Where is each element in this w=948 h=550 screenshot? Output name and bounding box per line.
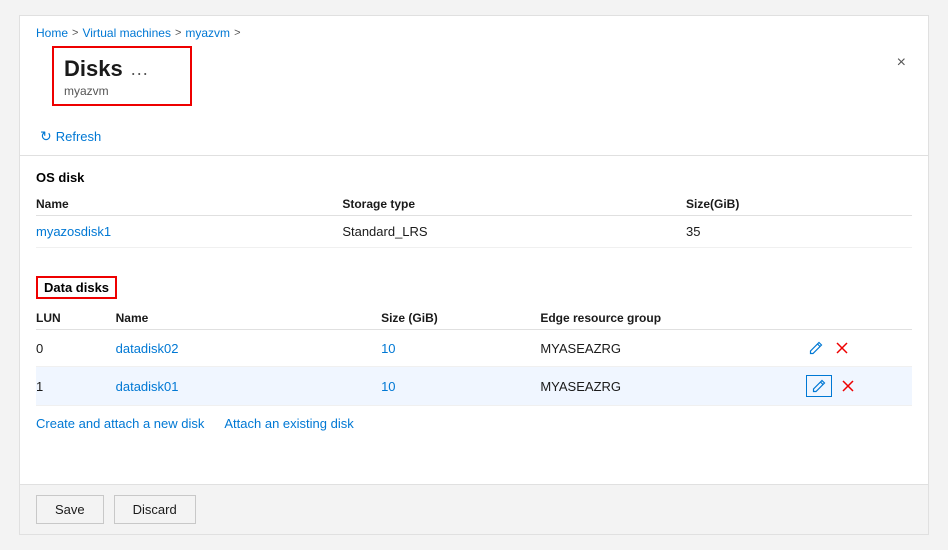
breadcrumb-home[interactable]: Home <box>36 26 68 40</box>
delete-disk-button-0[interactable] <box>832 338 852 358</box>
os-col-size: Size(GiB) <box>686 193 912 216</box>
data-disk-size-1: 10 <box>381 367 540 406</box>
edit-disk-button-0[interactable] <box>806 338 826 358</box>
footer: Save Discard <box>20 484 928 534</box>
bottom-links: Create and attach a new disk Attach an e… <box>20 406 928 441</box>
edit-disk-button-1[interactable] <box>806 375 832 397</box>
refresh-button[interactable]: ↻ Refresh <box>36 126 105 147</box>
data-disk-lun-0: 0 <box>36 330 116 367</box>
data-disks-box: Data disks <box>36 276 117 299</box>
table-row: 0 datadisk02 10 MYASEAZRG <box>36 330 912 367</box>
page-title: Disks <box>64 56 123 82</box>
edit-icon <box>811 378 827 394</box>
data-col-lun: LUN <box>36 307 116 330</box>
delete-disk-button-1[interactable] <box>838 376 858 396</box>
os-col-name: Name <box>36 193 342 216</box>
data-col-actions <box>806 307 912 330</box>
data-col-size: Size (GiB) <box>381 307 540 330</box>
edit-icon <box>808 340 824 356</box>
delete-icon <box>840 378 856 394</box>
os-disk-name[interactable]: myazosdisk1 <box>36 216 342 248</box>
create-attach-link[interactable]: Create and attach a new disk <box>36 416 204 431</box>
breadcrumb: Home > Virtual machines > myazvm > <box>20 16 928 46</box>
breadcrumb-sep-2: > <box>175 27 181 39</box>
os-disk-title: OS disk <box>36 170 912 185</box>
data-disk-edge-0: MYASEAZRG <box>540 330 805 367</box>
vm-name-subtitle: myazvm <box>64 84 180 98</box>
breadcrumb-vms[interactable]: Virtual machines <box>82 26 171 40</box>
table-row: 1 datadisk01 10 MYASEAZRG <box>36 367 912 406</box>
data-col-name: Name <box>116 307 381 330</box>
more-options-icon[interactable]: ... <box>131 59 149 80</box>
main-panel: Home > Virtual machines > myazvm > Disks… <box>19 15 929 535</box>
data-disks-title: Data disks <box>44 280 109 295</box>
data-disk-edge-1: MYASEAZRG <box>540 367 805 406</box>
data-disks-table: LUN Name Size (GiB) Edge resource group … <box>36 307 912 406</box>
data-disk-actions-1 <box>806 367 912 406</box>
refresh-label: Refresh <box>56 129 102 144</box>
os-disk-size: 35 <box>686 216 912 248</box>
table-row: myazosdisk1 Standard_LRS 35 <box>36 216 912 248</box>
data-col-edge: Edge resource group <box>540 307 805 330</box>
refresh-icon: ↻ <box>40 128 52 145</box>
delete-icon <box>834 340 850 356</box>
close-button[interactable]: × <box>891 52 912 74</box>
data-disk-lun-1: 1 <box>36 367 116 406</box>
os-disk-storage-type: Standard_LRS <box>342 216 686 248</box>
breadcrumb-myazvm[interactable]: myazvm <box>185 26 230 40</box>
data-disks-section: Data disks LUN Name Size (GiB) Edge reso… <box>20 262 928 406</box>
header-box: Disks ... myazvm <box>52 46 192 106</box>
save-button[interactable]: Save <box>36 495 104 524</box>
data-disk-name-0[interactable]: datadisk02 <box>116 330 381 367</box>
discard-button[interactable]: Discard <box>114 495 196 524</box>
breadcrumb-sep-3: > <box>234 27 240 39</box>
os-disk-table: Name Storage type Size(GiB) myazosdisk1 … <box>36 193 912 248</box>
toolbar: ↻ Refresh <box>20 118 928 156</box>
breadcrumb-sep-1: > <box>72 27 78 39</box>
os-disk-section: OS disk Name Storage type Size(GiB) myaz… <box>20 156 928 248</box>
data-disk-size-0: 10 <box>381 330 540 367</box>
os-col-storage: Storage type <box>342 193 686 216</box>
data-disk-actions-0 <box>806 330 912 367</box>
attach-existing-link[interactable]: Attach an existing disk <box>224 416 353 431</box>
data-disk-name-1[interactable]: datadisk01 <box>116 367 381 406</box>
